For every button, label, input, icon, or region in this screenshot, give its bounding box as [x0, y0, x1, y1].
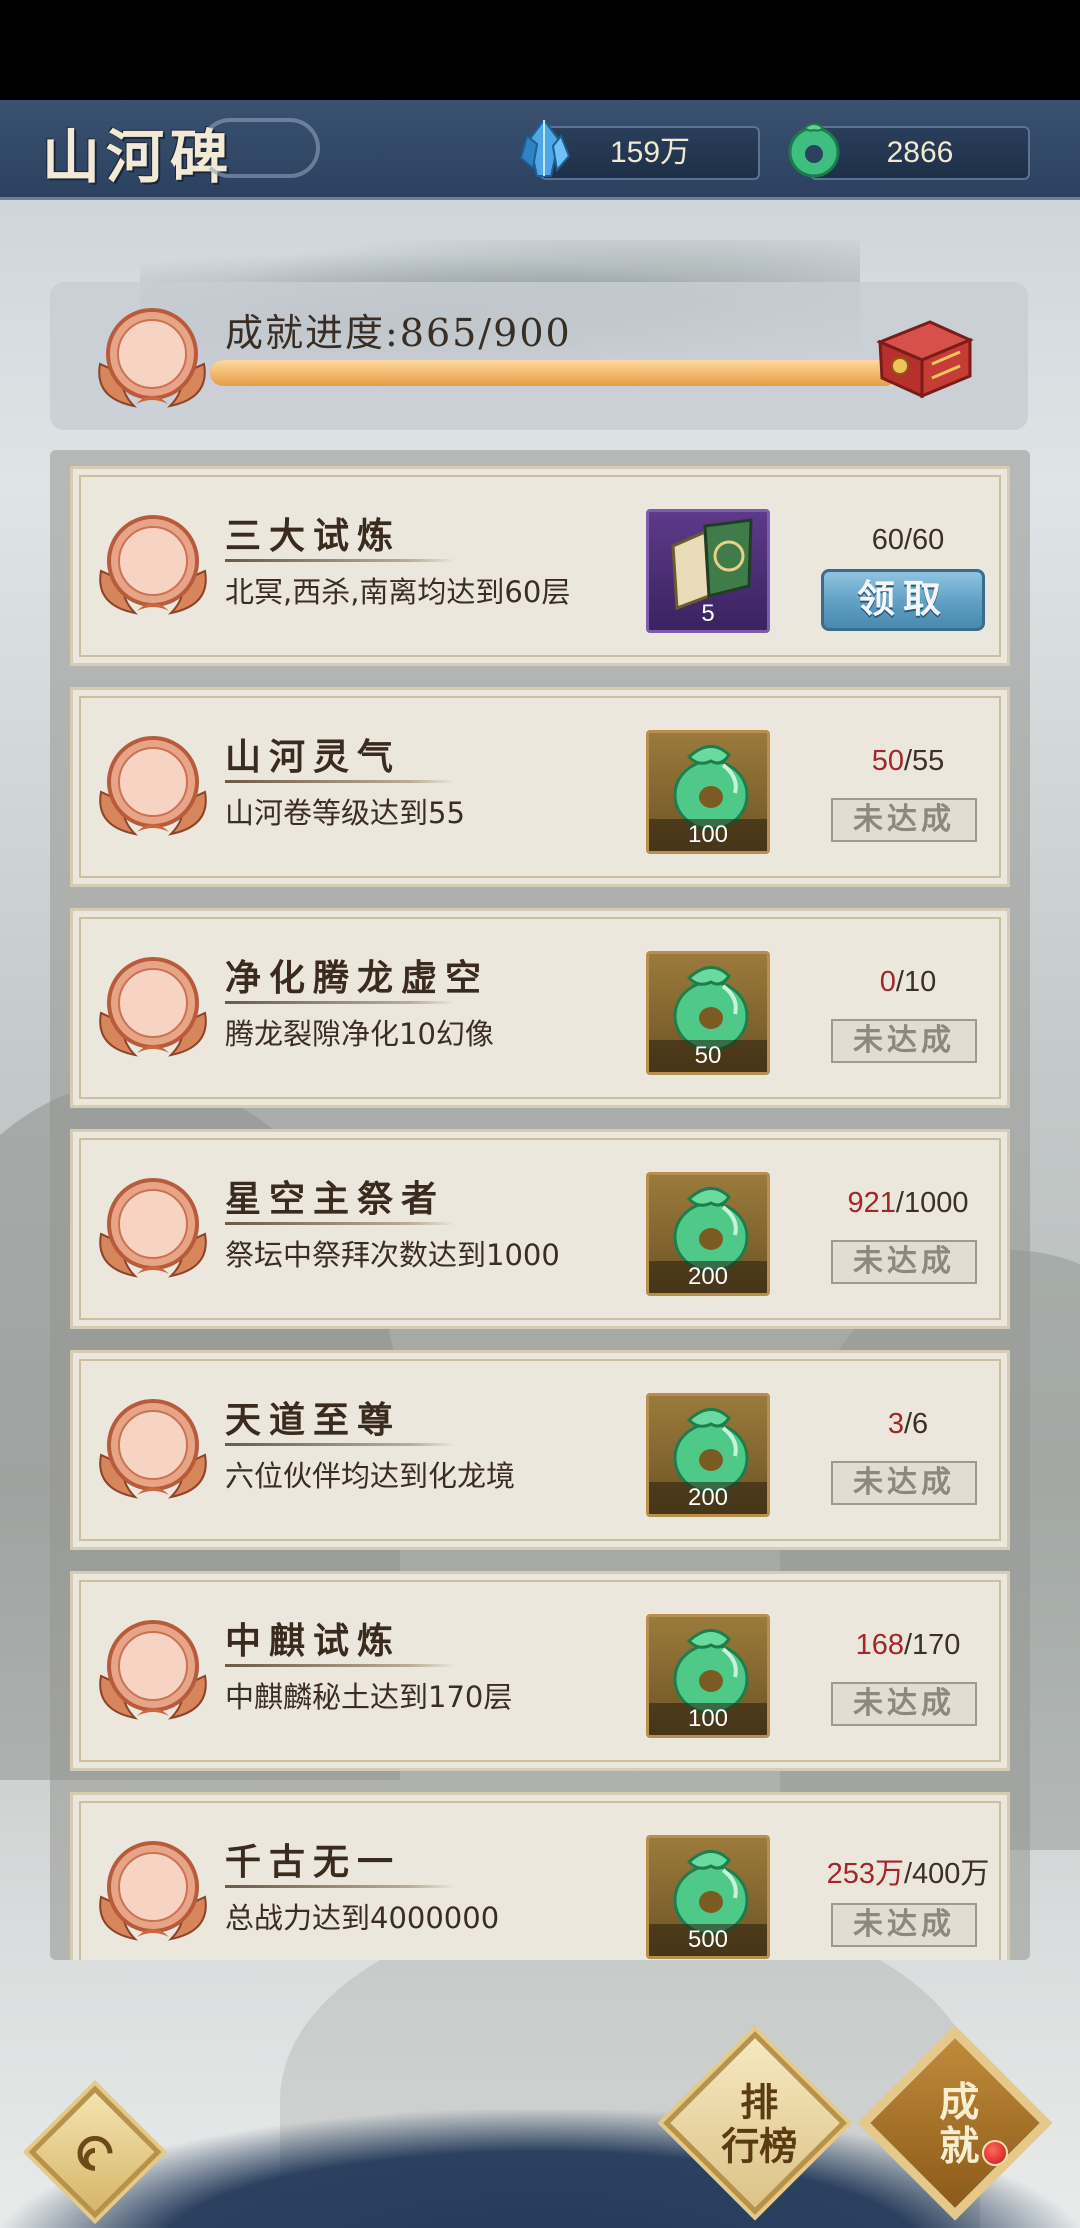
reward-item[interactable]: 5 [646, 509, 770, 633]
leaderboard-label: 行榜 [721, 2123, 798, 2169]
reward-item[interactable]: 100 [646, 730, 770, 854]
not-reached-label: 未达成 [831, 1461, 977, 1505]
claim-button[interactable]: 领取 [821, 569, 985, 631]
notification-dot [982, 2140, 1008, 2166]
reward-item[interactable]: 100 [646, 1614, 770, 1738]
reward-item[interactable]: 200 [646, 1393, 770, 1517]
cloud-decoration [200, 118, 320, 178]
count-current: 60 [871, 524, 904, 556]
achievement-count: 0/10 [813, 966, 1003, 999]
achievement-card: 山河灵气 山河卷等级达到55 100 50/55 未达成 [70, 687, 1010, 887]
reward-item[interactable]: 200 [646, 1172, 770, 1296]
reward-quantity: 500 [649, 1924, 767, 1956]
achievement-count: 168/170 [813, 1629, 1003, 1662]
reward-quantity: 200 [649, 1261, 767, 1293]
achievement-card: 净化腾龙虚空 腾龙裂隙净化10幻像 50 0/10 未达成 [70, 908, 1010, 1108]
achievement-progress-panel: 成就进度:865/900 [50, 282, 1028, 430]
count-total: /60 [903, 524, 945, 556]
treasure-chest-icon[interactable] [870, 312, 980, 402]
leaderboard-label: 排 [740, 2079, 779, 2125]
reward-quantity: 5 [701, 600, 715, 627]
count-total: /1000 [895, 1187, 969, 1219]
medal-icon [99, 1178, 207, 1278]
medal-icon [99, 515, 207, 615]
count-total: /400万 [903, 1858, 990, 1890]
not-reached-label: 未达成 [831, 1903, 977, 1947]
title-divider [225, 1664, 455, 1667]
achievement-title: 三大试炼 [225, 515, 402, 557]
achievement-description: 六位伙伴均达到化龙境 [225, 1459, 516, 1493]
achievement-count: 50/55 [813, 745, 1003, 778]
count-current: 3 [887, 1408, 904, 1440]
count-current: 0 [879, 966, 896, 998]
reward-quantity: 200 [649, 1482, 767, 1514]
crystal-icon [519, 118, 571, 177]
count-current: 168 [855, 1629, 904, 1661]
achievement-count: 921/1000 [813, 1187, 1003, 1220]
achievement-card: 中麒试炼 中麒麟秘土达到170层 100 168/170 未达成 [70, 1571, 1010, 1771]
progress-label: 成就进度:865/900 [225, 311, 572, 355]
achievement-title: 星空主祭者 [225, 1178, 446, 1220]
medal-icon [99, 1841, 207, 1941]
achievement-card: 星空主祭者 祭坛中祭拜次数达到1000 200 921/1000 未达成 [70, 1129, 1010, 1329]
progress-bar-fill [210, 360, 899, 386]
achievement-list[interactable]: 三大试炼 北冥,西杀,南离均达到60层 5 60/60 领取 山河灵气 山河卷等… [50, 450, 1030, 1960]
back-swirl-icon [77, 2135, 113, 2171]
medal-icon [99, 736, 207, 836]
achievement-description: 祭坛中祭拜次数达到1000 [225, 1238, 560, 1272]
medal-icon [99, 1399, 207, 1499]
achievement-description: 总战力达到4000000 [225, 1901, 500, 1935]
achievement-card: 千古无一 总战力达到4000000 500 253万/400万 未达成 [70, 1792, 1010, 1960]
title-divider [225, 1222, 455, 1225]
count-total: /55 [903, 745, 945, 777]
not-reached-label: 未达成 [831, 1682, 977, 1726]
medal-icon [98, 308, 206, 408]
achievement-card: 天道至尊 六位伙伴均达到化龙境 200 3/6 未达成 [70, 1350, 1010, 1550]
count-total: /6 [903, 1408, 929, 1440]
achievement-description: 山河卷等级达到55 [225, 796, 465, 830]
title-divider [225, 1443, 455, 1446]
crystal-currency: 159万 [540, 126, 760, 180]
progress-bar [210, 360, 926, 386]
achievement-card: 三大试炼 北冥,西杀,南离均达到60层 5 60/60 领取 [70, 466, 1010, 666]
count-current: 921 [847, 1187, 896, 1219]
title-divider [225, 1885, 455, 1888]
achievement-title: 净化腾龙虚空 [225, 957, 490, 999]
achievement-title: 中麒试炼 [225, 1620, 402, 1662]
achievement-count: 60/60 [813, 524, 1003, 557]
achievement-count: 3/6 [813, 1408, 1003, 1441]
achievement-description: 北冥,西杀,南离均达到60层 [225, 575, 571, 609]
reward-quantity: 50 [649, 1040, 767, 1072]
achievement-label: 成 [939, 2078, 980, 2126]
achievement-count: 253万/400万 [813, 1850, 1003, 1892]
not-reached-label: 未达成 [831, 1240, 977, 1284]
title-divider [225, 559, 455, 562]
header-bar: 山河碑 159万 2866 [0, 100, 1080, 200]
achievement-title: 山河灵气 [225, 736, 402, 778]
achievement-title: 千古无一 [225, 1841, 402, 1883]
medal-icon [99, 957, 207, 1057]
achievement-description: 中麒麟秘土达到170层 [225, 1680, 513, 1714]
jade-currency: 2866 [810, 126, 1030, 180]
not-reached-label: 未达成 [831, 798, 977, 842]
count-current: 50 [871, 745, 904, 777]
count-total: /10 [895, 966, 937, 998]
count-total: /170 [903, 1629, 961, 1661]
game-screen: 山河碑 159万 2866 成就进度:865/900 三大试炼 北冥,西杀,南离… [0, 100, 1080, 2228]
jade-icon [788, 123, 840, 178]
reward-quantity: 100 [649, 1703, 767, 1735]
reward-item[interactable]: 50 [646, 951, 770, 1075]
achievement-description: 腾龙裂隙净化10幻像 [225, 1017, 494, 1051]
reward-quantity: 100 [649, 819, 767, 851]
not-reached-label: 未达成 [831, 1019, 977, 1063]
title-divider [225, 1001, 455, 1004]
achievement-title: 天道至尊 [225, 1399, 402, 1441]
title-divider [225, 780, 455, 783]
count-current: 253万 [826, 1858, 904, 1890]
medal-icon [99, 1620, 207, 1720]
reward-item[interactable]: 500 [646, 1835, 770, 1959]
